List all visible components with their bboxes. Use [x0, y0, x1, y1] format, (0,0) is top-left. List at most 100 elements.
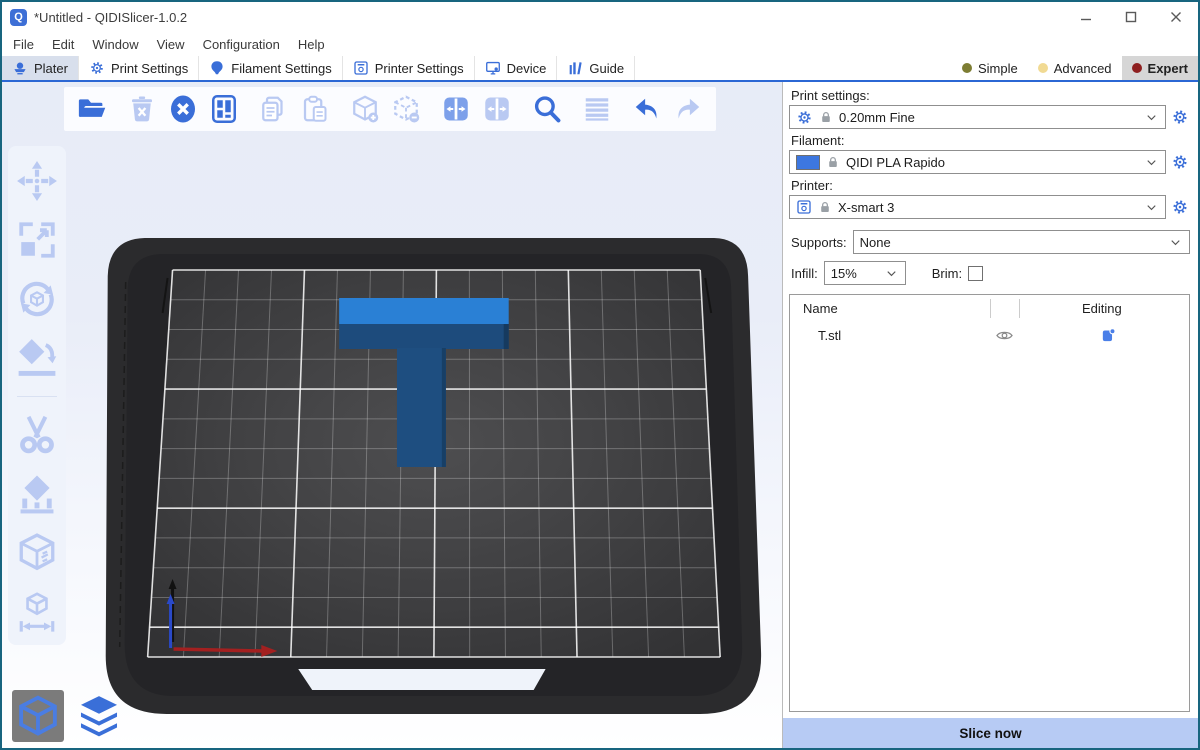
seam-painting-tool-button[interactable] — [16, 532, 58, 574]
infill-combo[interactable]: 15% — [824, 261, 906, 285]
supports-combo[interactable]: None — [853, 230, 1190, 254]
slice-now-button[interactable]: Slice now — [783, 718, 1198, 748]
add-instance-button[interactable] — [349, 92, 381, 126]
printer-combo[interactable]: X-smart 3 — [789, 195, 1166, 219]
split-parts-icon — [482, 94, 512, 124]
menu-view[interactable]: View — [148, 37, 194, 52]
mode-advanced[interactable]: Advanced — [1028, 56, 1122, 80]
supports-value: None — [860, 235, 891, 250]
maximize-button[interactable] — [1108, 2, 1153, 32]
tab-label: Guide — [589, 61, 624, 76]
delete-button[interactable] — [126, 92, 158, 126]
mode-simple[interactable]: Simple — [952, 56, 1028, 80]
tab-device[interactable]: Device — [475, 56, 558, 80]
remove-instance-button[interactable] — [390, 92, 422, 126]
gear-icon — [1171, 108, 1189, 126]
edit-print-settings-button[interactable] — [1170, 108, 1190, 126]
filament-combo[interactable]: QIDI PLA Rapido — [789, 150, 1166, 174]
tab-label: Printer Settings — [375, 61, 464, 76]
expert-mode-dot-icon — [1132, 63, 1142, 73]
edit-printer-button[interactable] — [1170, 198, 1190, 216]
print-settings-combo[interactable]: 0.20mm Fine — [789, 105, 1166, 129]
column-name: Name — [803, 301, 838, 316]
print-settings-label: Print settings: — [791, 88, 1190, 103]
scale-tool-button[interactable] — [16, 219, 58, 261]
copy-button[interactable] — [258, 92, 290, 126]
supports-label: Supports: — [791, 235, 847, 250]
mode-label: Expert — [1148, 61, 1188, 76]
delete-all-icon — [168, 94, 198, 124]
search-button[interactable] — [531, 92, 563, 126]
gear-icon — [1171, 198, 1189, 216]
close-button[interactable] — [1153, 2, 1198, 32]
menu-window[interactable]: Window — [83, 37, 147, 52]
seam-painting-icon — [16, 532, 58, 574]
add-instance-icon — [350, 94, 380, 124]
chevron-down-icon — [1144, 200, 1159, 215]
variable-layer-height-button[interactable] — [581, 92, 613, 126]
paint-supports-tool-button[interactable] — [16, 473, 58, 515]
view-toggles — [12, 690, 126, 742]
app-window: Q *Untitled - QIDISlicer-1.0.2 File Edit… — [0, 0, 1200, 750]
tab-label: Filament Settings — [231, 61, 331, 76]
plater-icon — [12, 60, 28, 76]
device-icon — [485, 60, 501, 76]
rotate-tool-button[interactable] — [16, 278, 58, 320]
menu-help[interactable]: Help — [289, 37, 334, 52]
tab-label: Print Settings — [111, 61, 188, 76]
tab-print-settings[interactable]: Print Settings — [79, 56, 199, 80]
open-folder-button[interactable] — [76, 92, 108, 126]
split-objects-icon — [441, 94, 471, 124]
menu-edit[interactable]: Edit — [43, 37, 83, 52]
minimize-button[interactable] — [1063, 2, 1108, 32]
redo-button[interactable] — [672, 92, 704, 126]
brim-label: Brim: — [932, 266, 962, 281]
paint-supports-icon — [16, 473, 58, 515]
remove-instance-icon — [391, 94, 421, 124]
cut-tool-button[interactable] — [16, 414, 58, 456]
advanced-mode-dot-icon — [1038, 63, 1048, 73]
preview-layers-button[interactable] — [72, 690, 126, 742]
measure-icon — [16, 591, 58, 633]
copy-icon — [259, 94, 289, 124]
gear-icon — [1171, 153, 1189, 171]
move-icon — [16, 160, 58, 202]
print-bed[interactable] — [2, 82, 782, 748]
viewport-3d[interactable] — [2, 82, 782, 748]
edit-object-icon[interactable] — [1100, 327, 1117, 344]
undo-button[interactable] — [631, 92, 663, 126]
column-divider — [990, 299, 991, 318]
app-icon: Q — [10, 9, 27, 26]
tab-plater[interactable]: Plater — [2, 56, 79, 80]
split-objects-button[interactable] — [440, 92, 472, 126]
viewport-toolbar — [64, 87, 716, 131]
paste-button[interactable] — [299, 92, 331, 126]
arrange-button[interactable] — [208, 92, 240, 126]
edit-filament-button[interactable] — [1170, 153, 1190, 171]
title-bar: Q *Untitled - QIDISlicer-1.0.2 — [2, 2, 1198, 32]
delete-all-button[interactable] — [167, 92, 199, 126]
filament-label: Filament: — [791, 133, 1190, 148]
lock-icon — [826, 155, 840, 169]
brim-checkbox[interactable] — [968, 266, 983, 281]
chevron-down-icon — [1168, 235, 1183, 250]
eye-icon[interactable] — [995, 326, 1014, 345]
place-on-face-tool-button[interactable] — [16, 337, 58, 379]
move-tool-button[interactable] — [16, 160, 58, 202]
tab-guide[interactable]: Guide — [557, 56, 635, 80]
object-row[interactable]: T.stl — [790, 322, 1189, 348]
printer-icon — [353, 60, 369, 76]
menu-configuration[interactable]: Configuration — [194, 37, 289, 52]
menu-file[interactable]: File — [4, 37, 43, 52]
infill-label: Infill: — [791, 266, 818, 281]
left-toolbar — [8, 146, 66, 645]
gear-icon — [89, 60, 105, 76]
split-parts-button[interactable] — [481, 92, 513, 126]
mode-expert[interactable]: Expert — [1122, 56, 1198, 80]
chevron-down-icon — [884, 266, 899, 281]
tab-filament-settings[interactable]: Filament Settings — [199, 56, 342, 80]
simple-mode-dot-icon — [962, 63, 972, 73]
tab-printer-settings[interactable]: Printer Settings — [343, 56, 475, 80]
editor-view-button[interactable] — [12, 690, 64, 742]
measure-tool-button[interactable] — [16, 591, 58, 633]
